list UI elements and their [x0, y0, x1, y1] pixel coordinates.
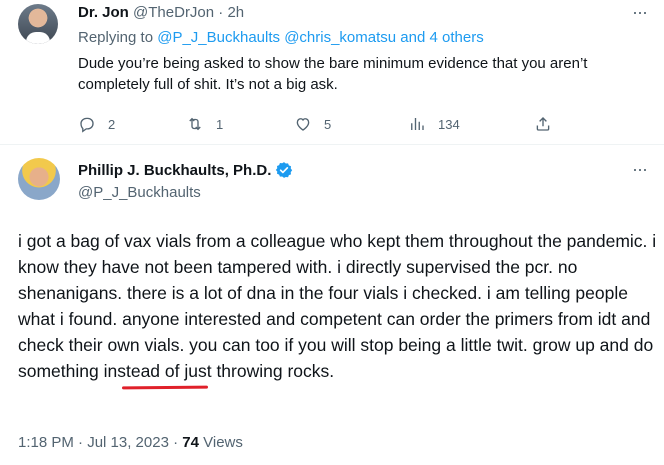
main-author-name[interactable]: Phillip J. Buckhaults, Ph.D.: [78, 162, 271, 179]
reply-header: Dr. Jon @TheDrJon · 2h: [78, 3, 244, 23]
bar-chart-icon: [411, 118, 424, 130]
retweet-button[interactable]: 1: [186, 112, 223, 136]
share-upload-icon: [536, 117, 550, 131]
views-button[interactable]: 134: [408, 112, 460, 136]
retweet-count: 1: [216, 116, 224, 132]
reply-action-bar: 2 1 5 134: [78, 112, 558, 136]
replying-link-2[interactable]: @chris_komatsu: [284, 29, 396, 46]
tweet-divider: [0, 144, 664, 145]
tweet-text-highlight: little twit.: [460, 335, 528, 355]
reply-author-handle[interactable]: @TheDrJon: [133, 4, 214, 21]
main-more-icon[interactable]: ···: [632, 159, 648, 180]
main-author-name-row[interactable]: Phillip J. Buckhaults, Ph.D.: [78, 161, 293, 179]
reply-author-avatar[interactable]: [18, 4, 58, 44]
reply-time[interactable]: 2h: [227, 4, 244, 21]
main-author-handle[interactable]: @P_J_Buckhaults: [78, 184, 201, 201]
reply-count: 2: [108, 116, 116, 132]
reply-separator: ·: [218, 4, 224, 21]
reply-more-icon[interactable]: ···: [632, 2, 648, 23]
tweet-meta: 1:18 PM · Jul 13, 2023 · 74 Views: [18, 434, 243, 451]
reply-button[interactable]: 2: [78, 112, 115, 136]
reply-bubble-icon: [80, 117, 94, 133]
main-tweet-text: i got a bag of vax vials from a colleagu…: [18, 228, 658, 384]
heart-icon: [296, 118, 310, 131]
replying-to-line: Replying to @P_J_Buckhaults @chris_komat…: [78, 29, 484, 46]
retweet-icon: [189, 117, 201, 131]
red-underline-annotation: [121, 385, 209, 390]
like-button[interactable]: 5: [294, 112, 331, 136]
like-count: 5: [324, 116, 332, 132]
share-button[interactable]: [534, 112, 552, 136]
replying-link-1[interactable]: @P_J_Buckhaults: [157, 29, 280, 46]
tweet-timestamp[interactable]: 1:18 PM · Jul 13, 2023 ·: [18, 434, 178, 451]
verified-badge-icon: [276, 162, 293, 178]
views-count: 134: [438, 116, 460, 132]
tweet-view-count: 74: [182, 434, 199, 451]
main-author-avatar[interactable]: [18, 158, 60, 200]
tweet-views-label: Views: [203, 434, 243, 451]
reply-author-name[interactable]: Dr. Jon: [78, 4, 129, 21]
replying-link-others[interactable]: and 4 others: [400, 29, 483, 46]
replying-prefix: Replying to: [78, 29, 154, 46]
reply-tweet-text: Dude you’re being asked to show the bare…: [78, 55, 588, 93]
